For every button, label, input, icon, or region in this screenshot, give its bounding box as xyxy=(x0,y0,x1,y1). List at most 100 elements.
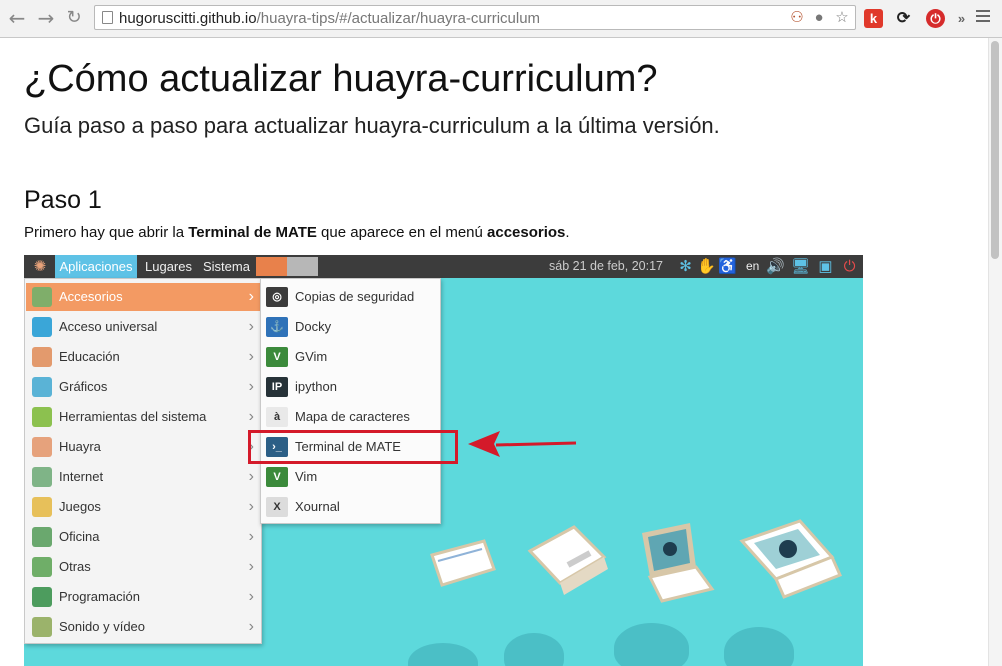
laptop-illustration xyxy=(739,519,843,599)
lightbulb-icon[interactable]: ● xyxy=(810,9,828,27)
system-tools-icon xyxy=(32,407,52,427)
chevron-right-icon: › xyxy=(248,498,254,515)
education-icon xyxy=(32,347,52,367)
keyboard-layout[interactable]: en xyxy=(746,255,759,278)
user-agent-icon[interactable]: ⚇ xyxy=(788,9,806,27)
laptop-illustration xyxy=(430,539,496,587)
reload-icon[interactable]: ↻ xyxy=(63,7,85,29)
character-map-icon: à xyxy=(266,407,288,427)
chevron-right-icon: › xyxy=(248,348,254,365)
forward-arrow-icon[interactable]: → xyxy=(35,7,57,29)
menu-item[interactable]: Oficina › xyxy=(26,523,260,551)
submenu-item-label: Xournal xyxy=(295,499,340,514)
accessories-icon xyxy=(32,287,52,307)
applications-menu[interactable]: Aplicaciones xyxy=(55,255,137,278)
huayra-logo-icon[interactable]: ✺ xyxy=(29,257,51,276)
wallpaper-leaf xyxy=(724,627,794,666)
menu-item-label: Juegos xyxy=(59,499,101,514)
menu-item[interactable]: Juegos › xyxy=(26,493,260,521)
wallpaper-leaf xyxy=(614,623,689,666)
places-menu[interactable]: Lugares xyxy=(145,255,192,278)
back-arrow-icon[interactable]: ← xyxy=(6,7,28,29)
wallpaper-leaf xyxy=(408,643,478,666)
page-icon xyxy=(102,11,113,24)
menu-item[interactable]: Accesorios › xyxy=(26,283,260,311)
submenu-item[interactable]: V GVim xyxy=(263,343,439,371)
stop-extension-icon[interactable]: ⏻ xyxy=(926,9,945,28)
backup-icon: ◎ xyxy=(266,287,288,307)
menu-item[interactable]: Internet › xyxy=(26,463,260,491)
menu-item[interactable]: Educación › xyxy=(26,343,260,371)
ipython-icon: IP xyxy=(266,377,288,397)
screen-icon[interactable]: ▣ xyxy=(816,257,835,276)
url-text[interactable]: hugoruscitti.github.io/huayra-tips/#/act… xyxy=(119,10,540,27)
workspace-1[interactable] xyxy=(256,257,287,276)
vim-icon: V xyxy=(266,467,288,487)
submenu-item[interactable]: à Mapa de caracteres xyxy=(263,403,439,431)
huayra-icon xyxy=(32,437,52,457)
red-arrow-icon xyxy=(468,431,577,457)
xournal-icon: X xyxy=(266,497,288,517)
menu-item[interactable]: Acceso universal › xyxy=(26,313,260,341)
top-panel: ✺ Aplicaciones Lugares Sistema sáb 21 de… xyxy=(24,255,863,278)
highlight-box xyxy=(248,430,458,464)
accessories-submenu: ◎ Copias de seguridad ⚓ Docky V GVim IP ipython… xyxy=(260,278,441,524)
menu-item-label: Internet xyxy=(59,469,104,484)
extensions-overflow-icon[interactable]: » xyxy=(952,9,971,28)
system-menu[interactable]: Sistema xyxy=(203,255,250,278)
k-extension-icon[interactable]: k xyxy=(864,9,883,28)
submenu-item[interactable]: ⚓ Docky xyxy=(263,313,439,341)
step-instructions: Primero hay que abrir la Terminal de MAT… xyxy=(24,224,570,241)
workspace-2[interactable] xyxy=(287,257,318,276)
menu-item-label: Herramientas del sistema xyxy=(59,409,207,424)
submenu-item[interactable]: X Xournal xyxy=(263,493,439,521)
programming-icon xyxy=(32,587,52,607)
volume-icon[interactable]: 🔊 xyxy=(766,257,785,276)
network-icon[interactable]: ✻ xyxy=(676,257,695,276)
laptop-illustration xyxy=(527,525,608,595)
address-bar[interactable]: hugoruscitti.github.io/huayra-tips/#/act… xyxy=(94,5,856,30)
network-manager-icon[interactable]: 🖥 xyxy=(791,257,810,276)
chevron-right-icon: › xyxy=(248,378,254,395)
menu-item[interactable]: Programación › xyxy=(26,583,260,611)
menu-item-label: Huayra xyxy=(59,439,101,454)
internet-icon xyxy=(32,467,52,487)
chevron-right-icon: › xyxy=(248,618,254,635)
scrollbar-thumb[interactable] xyxy=(991,41,999,259)
menu-item[interactable]: Gráficos › xyxy=(26,373,260,401)
power-icon[interactable]: ⏻ xyxy=(840,257,859,276)
submenu-item-label: Mapa de caracteres xyxy=(295,409,410,424)
sync-extension-icon[interactable]: ⟳ xyxy=(894,9,913,28)
sound-video-icon xyxy=(32,617,52,637)
accessibility-icon[interactable]: ♿ xyxy=(718,257,737,276)
submenu-item[interactable]: ◎ Copias de seguridad xyxy=(263,283,439,311)
menu-item-label: Programación xyxy=(59,589,140,604)
games-icon xyxy=(32,497,52,517)
chevron-right-icon: › xyxy=(248,558,254,575)
submenu-item-label: Docky xyxy=(295,319,332,334)
menu-item[interactable]: Sonido y vídeo › xyxy=(26,613,260,641)
menu-item-label: Otras xyxy=(59,559,91,574)
menu-item[interactable]: Huayra › xyxy=(26,433,260,461)
submenu-item[interactable]: IP ipython xyxy=(263,373,439,401)
chevron-right-icon: › xyxy=(248,588,254,605)
chevron-right-icon: › xyxy=(248,318,254,335)
submenu-item-label: Vim xyxy=(295,469,318,484)
submenu-item[interactable]: V Vim xyxy=(263,463,439,491)
chevron-right-icon: › xyxy=(248,288,254,305)
submenu-item-label: GVim xyxy=(295,349,328,364)
step-heading: Paso 1 xyxy=(24,186,102,214)
menu-item[interactable]: Otras › xyxy=(26,553,260,581)
menu-item-label: Oficina xyxy=(59,529,100,544)
graphics-icon xyxy=(32,377,52,397)
bookmark-star-icon[interactable]: ☆ xyxy=(833,9,851,27)
menu-item-label: Educación xyxy=(59,349,120,364)
chevron-right-icon: › xyxy=(248,408,254,425)
chevron-right-icon: › xyxy=(248,528,254,545)
menu-item-label: Acceso universal xyxy=(59,319,158,334)
menu-item-label: Accesorios xyxy=(59,289,123,304)
menu-item[interactable]: Herramientas del sistema › xyxy=(26,403,260,431)
clock[interactable]: sáb 21 de feb, 20:17 xyxy=(549,255,663,278)
hand-icon[interactable]: ✋ xyxy=(697,257,716,276)
chrome-menu-icon[interactable] xyxy=(976,10,990,25)
